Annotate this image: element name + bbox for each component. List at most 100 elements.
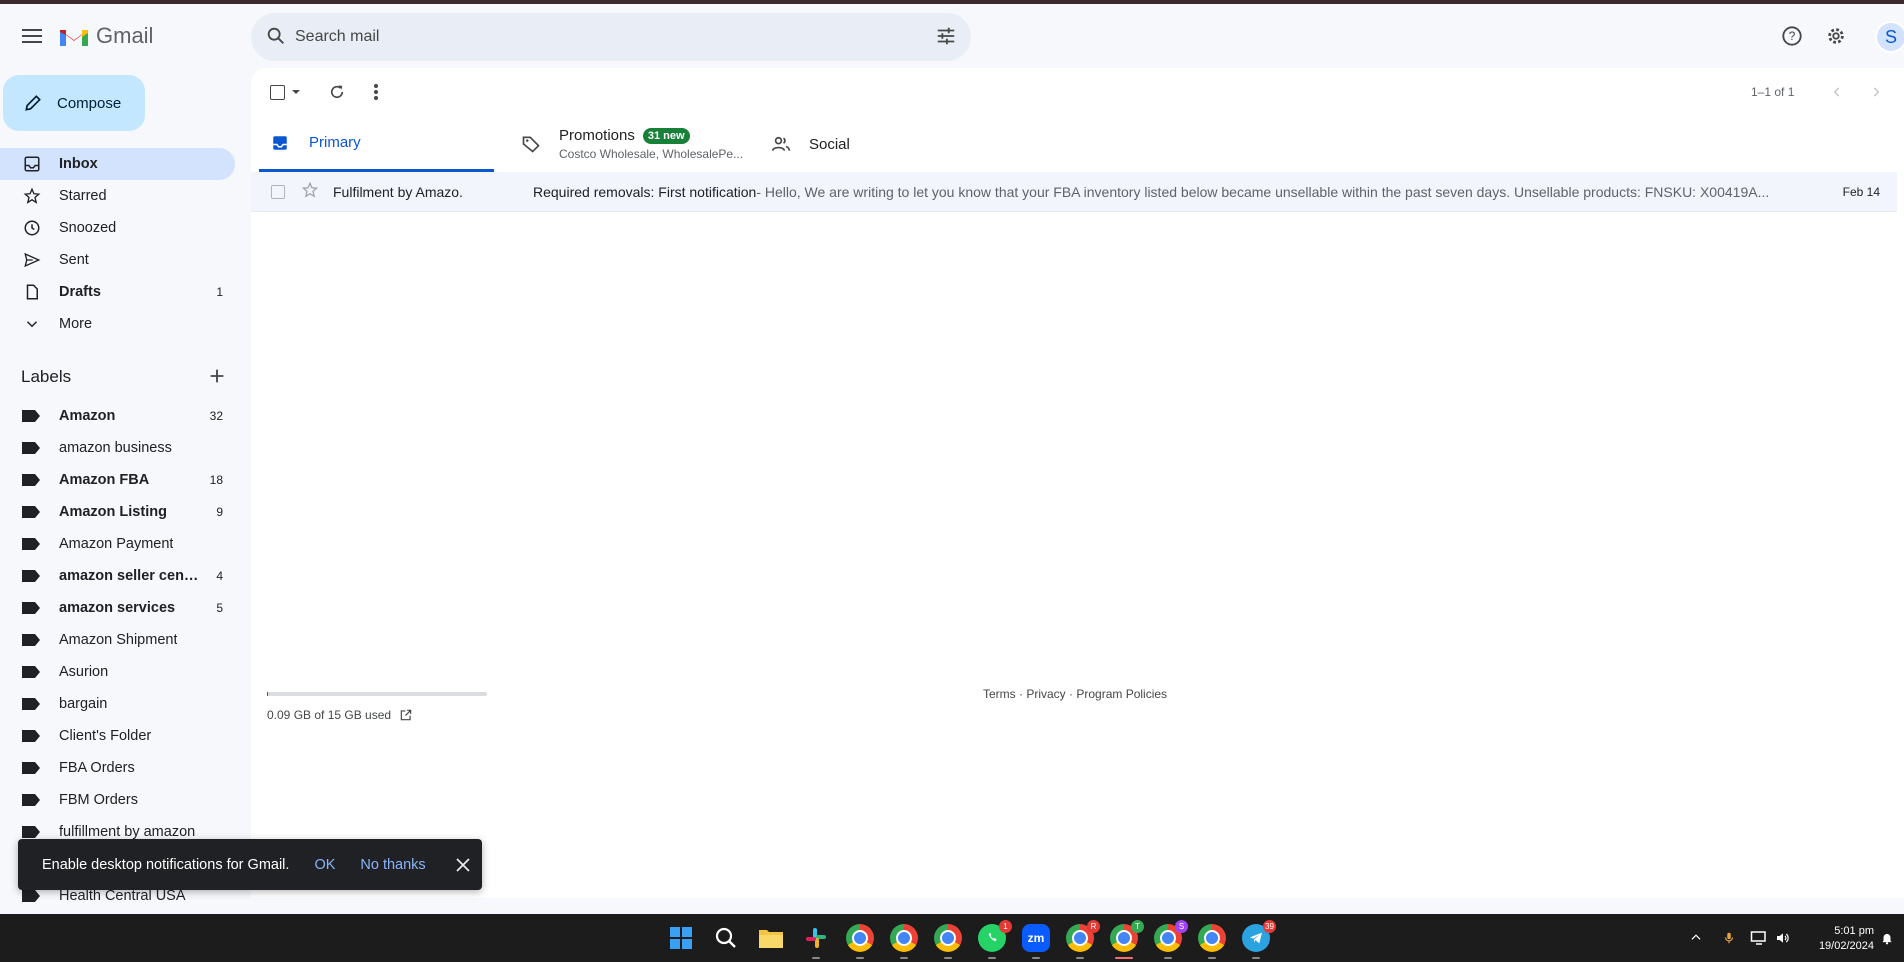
label-name: fulfillment by amazon bbox=[59, 824, 196, 840]
label-item[interactable]: amazon services 5 bbox=[0, 592, 235, 624]
label-name: bargain bbox=[59, 696, 108, 712]
label-item[interactable]: Amazon Listing 9 bbox=[0, 496, 235, 528]
sidebar-item-count: 1 bbox=[216, 285, 223, 299]
chrome-icon[interactable]: S bbox=[1154, 920, 1188, 959]
refresh-icon[interactable] bbox=[325, 80, 349, 104]
sidebar-item-starred[interactable]: Starred bbox=[0, 180, 235, 212]
chrome-icon[interactable] bbox=[890, 924, 918, 959]
label-item[interactable]: Asurion bbox=[0, 656, 235, 688]
compose-button[interactable]: Compose bbox=[3, 75, 145, 131]
running-indicator bbox=[988, 957, 996, 959]
label-name: Amazon FBA bbox=[59, 472, 150, 488]
external-link-icon[interactable] bbox=[399, 708, 413, 722]
label-name: Amazon Shipment bbox=[59, 632, 178, 648]
label-tag-icon bbox=[22, 634, 40, 646]
label-name: FBA Orders bbox=[59, 760, 135, 776]
select-all-checkbox[interactable] bbox=[267, 80, 303, 104]
email-snippet: - Hello, We are writing to let you know … bbox=[756, 183, 1770, 200]
footer-separator: · bbox=[1065, 687, 1077, 701]
label-name: amazon services bbox=[59, 600, 176, 616]
label-item[interactable]: Amazon 32 bbox=[0, 400, 235, 432]
privacy-link[interactable]: Privacy bbox=[1026, 687, 1065, 701]
sidebar-item-more[interactable]: More bbox=[0, 308, 235, 340]
chrome-icon[interactable] bbox=[934, 924, 962, 959]
tag-icon bbox=[522, 136, 540, 153]
draft-icon bbox=[22, 282, 42, 302]
newer-page-icon[interactable] bbox=[1825, 80, 1849, 104]
terms-link[interactable]: Terms bbox=[983, 687, 1016, 701]
search-icon[interactable] bbox=[712, 924, 740, 952]
label-item[interactable]: Amazon FBA 18 bbox=[0, 464, 235, 496]
tab-label: Primary bbox=[309, 134, 361, 151]
app-badge: 1 bbox=[999, 920, 1012, 933]
label-tag-icon bbox=[22, 442, 40, 454]
more-options-icon[interactable] bbox=[364, 80, 388, 104]
sidebar-item-drafts[interactable]: Drafts 1 bbox=[0, 276, 235, 308]
email-row[interactable]: Fulfilment by Amazo. Required removals: … bbox=[251, 172, 1897, 212]
network-icon[interactable] bbox=[1750, 930, 1768, 951]
running-indicator bbox=[1115, 957, 1133, 959]
add-label-button[interactable] bbox=[206, 365, 228, 392]
windows-start-icon[interactable] bbox=[667, 924, 695, 952]
label-item[interactable]: FBM Orders bbox=[0, 784, 235, 816]
sidebar-item-snoozed[interactable]: Snoozed bbox=[0, 212, 235, 244]
label-item[interactable]: amazon business bbox=[0, 432, 235, 464]
snackbar-no-thanks-button[interactable]: No thanks bbox=[360, 857, 425, 873]
label-name: FBM Orders bbox=[59, 792, 138, 808]
microphone-icon[interactable] bbox=[1722, 930, 1736, 951]
tab-primary[interactable]: Primary bbox=[259, 116, 494, 172]
program-policies-link[interactable]: Program Policies bbox=[1076, 687, 1167, 701]
settings-gear-icon[interactable] bbox=[1820, 20, 1852, 52]
search-input[interactable] bbox=[295, 13, 895, 61]
search-options-icon[interactable] bbox=[935, 25, 957, 52]
older-page-icon[interactable] bbox=[1864, 80, 1888, 104]
file-explorer-icon[interactable] bbox=[757, 924, 785, 952]
app-name: Gmail bbox=[96, 23, 154, 48]
label-item[interactable]: Client's Folder bbox=[0, 720, 235, 752]
running-indicator bbox=[1032, 957, 1040, 959]
gmail-m-icon bbox=[60, 30, 88, 46]
label-item[interactable]: bargain bbox=[0, 688, 235, 720]
chrome-icon[interactable]: R bbox=[1066, 920, 1100, 959]
chrome-icon[interactable]: T bbox=[1110, 920, 1144, 959]
label-name: Health Central USA bbox=[59, 888, 186, 904]
main-menu-button[interactable] bbox=[14, 18, 50, 54]
star-icon[interactable] bbox=[301, 181, 319, 202]
running-indicator bbox=[1076, 957, 1084, 959]
search-icon[interactable] bbox=[265, 25, 287, 52]
sidebar-item-sent[interactable]: Sent bbox=[0, 244, 235, 276]
tab-social[interactable]: Social bbox=[771, 116, 971, 172]
label-item[interactable]: FBA Orders bbox=[0, 752, 235, 784]
tab-label: Promotions bbox=[559, 127, 635, 144]
chrome-icon[interactable] bbox=[1198, 924, 1226, 959]
volume-icon[interactable] bbox=[1775, 930, 1791, 951]
system-clock[interactable]: 5:01 pm 19/02/2024 bbox=[1806, 924, 1874, 954]
label-item[interactable]: amazon seller central 4 bbox=[0, 560, 235, 592]
label-item[interactable]: Amazon Shipment bbox=[0, 624, 235, 656]
notification-bell-icon[interactable] bbox=[1880, 930, 1894, 951]
slack-icon[interactable] bbox=[802, 924, 830, 959]
close-icon[interactable] bbox=[456, 857, 470, 872]
snackbar-ok-button[interactable]: OK bbox=[314, 857, 335, 873]
labels-heading: Labels bbox=[21, 367, 72, 386]
label-tag-icon bbox=[22, 570, 40, 582]
sidebar-item-label: Sent bbox=[59, 252, 89, 268]
account-avatar[interactable]: S bbox=[1875, 21, 1904, 53]
tab-promotions[interactable]: Promotions 31 new Costco Wholesale, Whol… bbox=[521, 116, 751, 172]
email-checkbox[interactable] bbox=[271, 184, 285, 199]
label-item[interactable]: Amazon Payment bbox=[0, 528, 235, 560]
chevron-up-icon[interactable] bbox=[1689, 930, 1703, 949]
sidebar-item-inbox[interactable]: Inbox bbox=[0, 148, 235, 180]
gmail-logo[interactable]: Gmail bbox=[58, 18, 153, 54]
chrome-icon[interactable] bbox=[846, 924, 874, 959]
app-badge: S bbox=[1175, 920, 1188, 933]
main-panel: 1–1 of 1 Primary Promotions 31 new Costc… bbox=[251, 68, 1904, 898]
label-name: Amazon Listing bbox=[59, 504, 167, 520]
telegram-icon[interactable]: 39 bbox=[1242, 920, 1276, 959]
help-icon[interactable]: ? bbox=[1776, 20, 1808, 52]
whatsapp-icon[interactable]: 1 bbox=[978, 920, 1012, 959]
zoom-icon[interactable]: zm bbox=[1022, 924, 1050, 959]
inbox-icon bbox=[273, 135, 287, 150]
sidebar-item-label: Snoozed bbox=[59, 220, 117, 236]
clock-icon bbox=[22, 218, 42, 238]
